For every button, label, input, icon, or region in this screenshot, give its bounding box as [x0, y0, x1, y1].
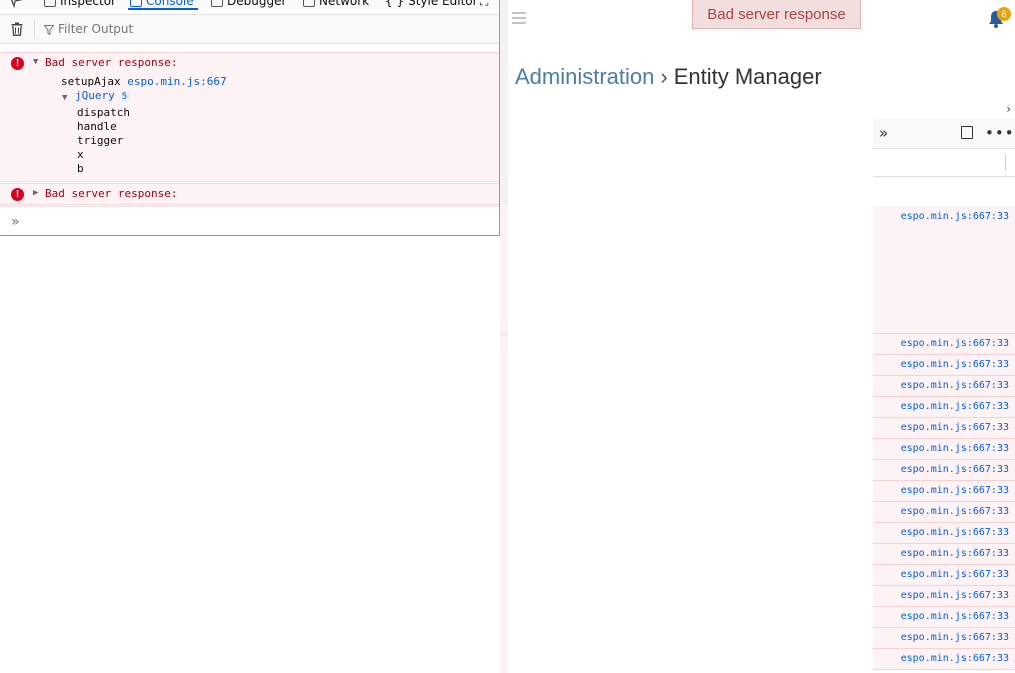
console-toolbar: [0, 14, 499, 44]
page-title: Entity Manager: [673, 64, 822, 89]
tab-console[interactable]: Console: [130, 0, 194, 8]
devtools-remnant-filter-bar: [873, 148, 1015, 177]
log-location-link[interactable]: espo.min.js:667:33: [873, 460, 1015, 481]
console-icon: [130, 0, 142, 7]
tab-network-label: Network: [319, 0, 370, 8]
log-location-link[interactable]: espo.min.js:667:33: [873, 586, 1015, 607]
console-prompt-icon: »: [11, 214, 20, 230]
group-twisty-icon[interactable]: ▼: [62, 93, 67, 103]
stack-group[interactable]: jQuery 5: [75, 89, 131, 102]
stack-group-count: 5: [118, 92, 131, 102]
log-location-list: espo.min.js:667:33 espo.min.js:667:33 espo…: [873, 206, 1015, 670]
network-icon: [303, 0, 315, 7]
stack-group-name: jQuery: [75, 89, 115, 102]
error-icon: !: [11, 57, 24, 70]
group-item: dispatch: [77, 106, 130, 119]
devtools-tab-bar: Inspector Console Debugger Network { } St…: [0, 0, 499, 10]
log-location-link[interactable]: espo.min.js:667:33: [873, 523, 1015, 544]
log-location-link[interactable]: espo.min.js:667:33: [873, 376, 1015, 397]
log-location-link[interactable]: espo.min.js:667:33: [873, 481, 1015, 502]
group-item: b: [77, 162, 84, 175]
tab-debugger-label: Debugger: [227, 0, 287, 8]
style-editor-icon: { }: [385, 0, 405, 8]
clear-console-trash-icon[interactable]: [11, 22, 23, 36]
app-edge-remnant: [500, 100, 508, 673]
toolbar-divider: [34, 19, 35, 39]
group-item: x: [77, 148, 84, 161]
scroll-right-chevron-icon[interactable]: ›: [1006, 102, 1011, 116]
log-location-link[interactable]: espo.min.js:667:33: [873, 397, 1015, 418]
stack-location-link[interactable]: espo.min.js:667: [127, 75, 226, 88]
notification-count-badge: 6: [997, 7, 1011, 21]
debugger-icon: [211, 0, 223, 7]
console-output: ! ▼ Bad server response: setupAjax espo.…: [0, 52, 499, 205]
log-location-link[interactable]: espo.min.js:667:33: [873, 439, 1015, 460]
tab-network[interactable]: Network: [303, 0, 369, 8]
tab-console-label: Console: [146, 0, 194, 8]
log-location-link[interactable]: espo.min.js:667:33: [873, 418, 1015, 439]
more-options-icon[interactable]: •••: [985, 124, 1015, 142]
stack-frame: setupAjax espo.min.js:667: [61, 75, 227, 88]
console-input-line[interactable]: »: [0, 206, 499, 236]
inspector-icon: [44, 0, 56, 7]
group-item: trigger: [77, 134, 124, 147]
stack-function-name: setupAjax: [61, 75, 121, 88]
tab-style-editor[interactable]: { } Style Editor: [385, 0, 478, 8]
group-item: handle: [77, 120, 117, 133]
log-location-link[interactable]: espo.min.js:667:33: [873, 607, 1015, 628]
log-location-link[interactable]: espo.min.js:667:33: [873, 628, 1015, 649]
error-message-text: Bad server response:: [45, 187, 178, 200]
tab-inspector-label: Inspector: [60, 0, 116, 8]
edge-row: [500, 338, 508, 673]
tab-style-editor-label: Style Editor: [408, 0, 478, 8]
log-location-link[interactable]: espo.min.js:667:33: [873, 355, 1015, 376]
error-message-text: Bad server response:: [45, 56, 178, 69]
collapsed-twisty-icon[interactable]: ▶: [33, 188, 38, 198]
more-tools-icon[interactable]: ⛶: [480, 0, 488, 9]
breadcrumb-administration-link[interactable]: Administration: [515, 64, 654, 89]
log-location-link[interactable]: espo.min.js:667:33: [873, 649, 1015, 670]
filter-funnel-icon: [43, 24, 55, 36]
error-toast: Bad server response: [692, 0, 861, 29]
breadcrumb: Administration › Entity Manager: [515, 64, 822, 90]
tab-debugger[interactable]: Debugger: [211, 0, 286, 8]
dock-side-icon[interactable]: [961, 126, 973, 139]
log-location-link[interactable]: espo.min.js:667:33: [873, 206, 1015, 334]
log-location-link[interactable]: espo.min.js:667:33: [873, 502, 1015, 523]
console-error-message[interactable]: ! ▼ Bad server response: setupAjax espo.…: [0, 52, 499, 182]
error-icon: !: [11, 188, 24, 201]
devtools-console-panel: Inspector Console Debugger Network { } St…: [0, 0, 500, 236]
edge-row: [500, 205, 508, 332]
active-tab-indicator: [128, 8, 198, 10]
breadcrumb-separator: ›: [660, 64, 668, 89]
expanded-twisty-icon[interactable]: ▼: [33, 57, 38, 67]
devtools-remnant-panel: › » ••• espo.min.js:667:33 espo.min.js:66…: [873, 102, 1015, 673]
hamburger-menu-icon[interactable]: [512, 12, 526, 24]
tab-inspector[interactable]: Inspector: [44, 0, 116, 8]
more-tabs-chevron-icon[interactable]: »: [879, 124, 888, 142]
filter-output-input[interactable]: [58, 20, 478, 38]
pick-element-icon[interactable]: [8, 0, 23, 10]
log-location-link[interactable]: espo.min.js:667:33: [873, 544, 1015, 565]
devtools-remnant-toolbar: » •••: [873, 118, 1015, 149]
log-location-link[interactable]: espo.min.js:667:33: [873, 565, 1015, 586]
divider: [1005, 154, 1006, 170]
log-location-link[interactable]: espo.min.js:667:33: [873, 334, 1015, 355]
console-error-message[interactable]: ! ▶ Bad server response:: [0, 183, 499, 205]
